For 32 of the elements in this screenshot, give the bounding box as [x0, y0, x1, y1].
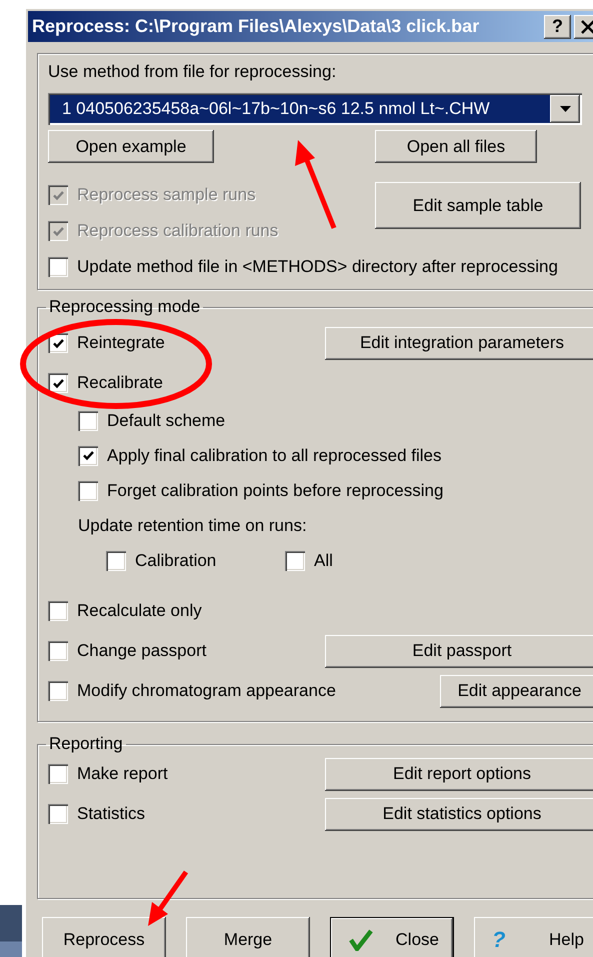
edit-button[interactable]: Edit report options: [325, 758, 593, 790]
checkbox-label[interactable]: Statistics: [77, 804, 146, 824]
window-title: Reprocess: C:\Program Files\Alexys\Data\3 click.bar: [32, 16, 480, 37]
close-button[interactable]: Close: [330, 917, 454, 957]
group-title: Reporting: [48, 734, 124, 754]
help-button[interactable]: ?: [544, 14, 571, 38]
checkbox-label[interactable]: All: [314, 550, 333, 570]
group-title: Reprocessing mode: [48, 297, 202, 317]
file-dropdown[interactable]: 1 040506235458a~06l~17b~10n~s6 12.5 nmol Lt~.CHW: [48, 93, 582, 125]
open-example-button[interactable]: Open example: [48, 130, 214, 163]
checkbox-label[interactable]: Calibration: [135, 550, 216, 570]
checkbox-label[interactable]: Recalculate only: [77, 601, 202, 621]
help-button[interactable]: ? Help: [474, 917, 593, 957]
section-note: Update retention time on runs:: [78, 516, 307, 536]
checkbox-label[interactable]: Default scheme: [107, 410, 226, 430]
checkbox-label[interactable]: Recalibrate: [77, 373, 163, 393]
checkbox-label[interactable]: Forget calibration points before reprocessing: [107, 480, 444, 500]
edit-button[interactable]: Edit appearance: [440, 674, 593, 708]
edit-button[interactable]: Edit passport: [325, 634, 593, 668]
edit-sample-table-button[interactable]: Edit sample table: [375, 182, 581, 229]
open-all-files-button[interactable]: Open all files: [375, 130, 537, 163]
checkbox-label[interactable]: Update method file in <METHODS> directory after reprocessing: [77, 257, 558, 277]
checkbox-label[interactable]: Make report: [77, 764, 168, 784]
merge-button[interactable]: Merge: [186, 917, 310, 957]
checkbox-label[interactable]: Reintegrate: [77, 333, 165, 353]
reprocess-button[interactable]: Reprocess: [42, 917, 166, 957]
checkbox-label[interactable]: Change passport: [77, 641, 206, 661]
edit-button[interactable]: Edit statistics options: [325, 798, 593, 830]
edit-button[interactable]: Edit integration parameters: [325, 326, 593, 360]
group-label: Use method from file for reprocessing:: [48, 61, 338, 83]
checkbox-label[interactable]: Modify chromatogram appearance: [77, 681, 336, 701]
checkbox-label[interactable]: Apply final calibration to all reprocessed files: [107, 446, 442, 466]
